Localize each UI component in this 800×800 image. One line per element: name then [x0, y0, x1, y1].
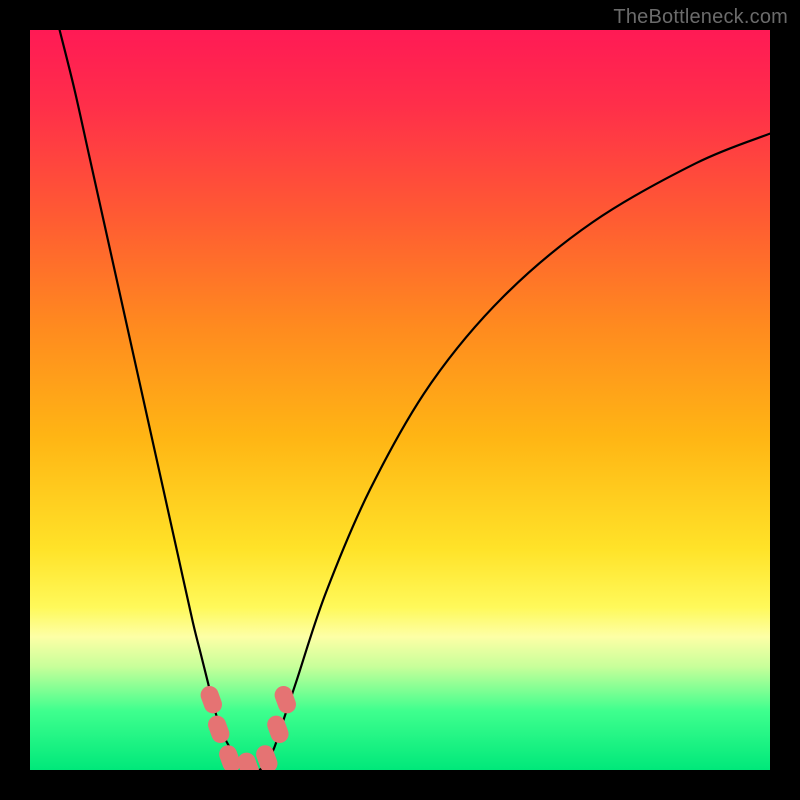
- curve-marker: [205, 713, 231, 745]
- chart-frame: TheBottleneck.com: [0, 0, 800, 800]
- watermark-text: TheBottleneck.com: [613, 6, 788, 29]
- curve-marker: [265, 713, 291, 745]
- plot-area: [30, 30, 770, 770]
- curve-marker: [198, 683, 224, 715]
- bottleneck-curve: [30, 30, 770, 770]
